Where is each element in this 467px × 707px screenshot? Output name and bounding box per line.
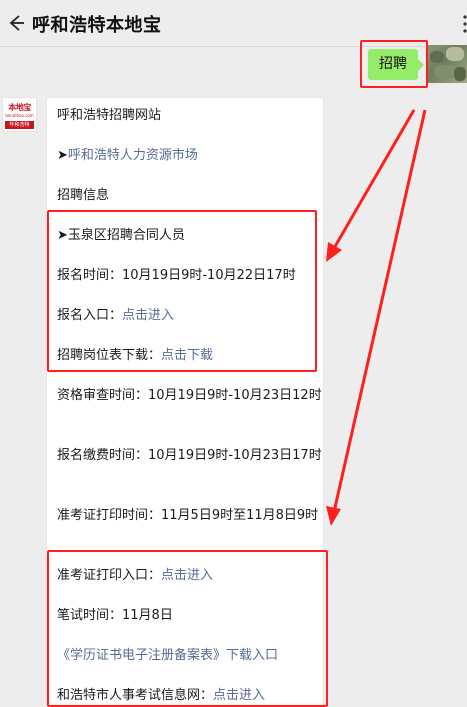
annotation-box-keyword <box>360 40 428 88</box>
admission-print-time-value: 11月5日9时至11月8日9时 <box>161 508 319 523</box>
logo-brand-text: 本地宝 <box>8 103 31 112</box>
annotation-arrowhead-1 <box>326 242 342 262</box>
hr-market-link[interactable]: 呼和浩特人力资源市场 <box>68 148 198 163</box>
annotation-arrow-1 <box>331 109 416 251</box>
review-time-label: 资格审查时间： <box>57 388 149 403</box>
annotation-box-yuquan <box>47 210 317 372</box>
more-menu-icon[interactable] <box>461 14 467 34</box>
arrow-bullet-icon: ➤ <box>57 148 68 163</box>
annotation-arrowhead-2 <box>326 506 341 526</box>
payment-time-value: 10月19日9时-10月23日17时 <box>148 448 322 463</box>
user-avatar[interactable] <box>426 45 467 83</box>
annotation-box-entries <box>47 550 328 707</box>
site-title: 呼和浩特招聘网站 <box>57 108 162 123</box>
section-label: 招聘信息 <box>57 188 110 203</box>
account-avatar-logo[interactable]: 本地宝 bendibao.com 呼和浩特 <box>2 97 37 132</box>
hr-market-item[interactable]: ➤呼和浩特人力资源市场 <box>57 146 321 166</box>
logo-city-bar: 呼和浩特 <box>5 121 34 129</box>
admission-print-time: 准考证打印时间：11月5日9时至11月8日9时 <box>57 506 319 526</box>
admission-print-time-label: 准考证打印时间： <box>57 508 162 523</box>
payment-time-label: 报名缴费时间： <box>57 448 149 463</box>
logo-domain-text: bendibao.com <box>5 113 34 118</box>
review-time: 资格审查时间：10月19日9时-10月23日12时 <box>57 386 322 406</box>
payment-time: 报名缴费时间：10月19日9时-10月23日17时 <box>57 446 322 466</box>
annotation-arrow-2 <box>332 109 427 513</box>
back-arrow-icon[interactable] <box>6 12 26 34</box>
review-time-value: 10月19日9时-10月23日12时 <box>148 388 322 403</box>
chat-title: 呼和浩特本地宝 <box>32 15 162 36</box>
